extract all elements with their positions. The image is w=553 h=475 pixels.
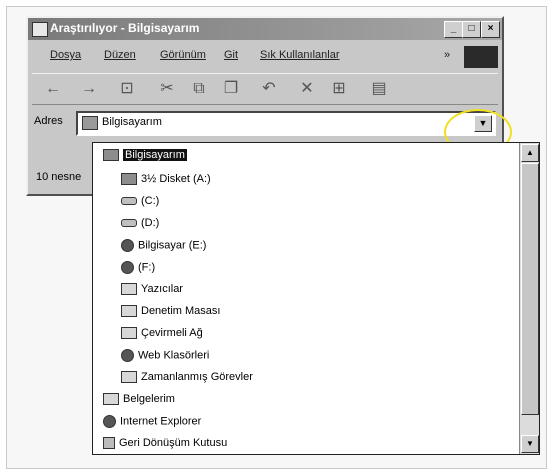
scheduled-tasks-icon bbox=[121, 371, 137, 384]
drive-icon bbox=[121, 197, 137, 206]
app-icon bbox=[32, 22, 48, 37]
address-bar: Adres Bilgisayarım ▼ bbox=[32, 110, 498, 136]
scroll-thumb[interactable] bbox=[521, 163, 539, 415]
network-icon bbox=[121, 327, 137, 340]
views-icon[interactable]: ▤ bbox=[368, 79, 390, 99]
paste-icon[interactable]: ❐ bbox=[220, 79, 242, 99]
floppy-icon bbox=[121, 173, 137, 186]
scroll-down-button[interactable]: ▼ bbox=[521, 435, 539, 453]
address-value: Bilgisayarım bbox=[102, 116, 162, 128]
cdrom-icon bbox=[121, 239, 134, 252]
properties-icon[interactable]: ⊞ bbox=[328, 79, 350, 99]
maximize-button[interactable]: □ bbox=[462, 21, 481, 38]
menu-sik-kullanilanlar[interactable]: Sık Kullanılanlar bbox=[260, 49, 340, 61]
dropdown-item-zamanlanmis-gorevler[interactable]: Zamanlanmış Görevler bbox=[121, 371, 253, 389]
dropdown-item-web-klasorleri[interactable]: Web Klasörleri bbox=[121, 349, 209, 367]
dropdown-item-bilgisayarim[interactable]: Bilgisayarım bbox=[103, 149, 187, 167]
address-label: Adres bbox=[34, 115, 63, 127]
dropdown-item-belgelerim[interactable]: Belgelerim bbox=[103, 393, 175, 411]
dropdown-item-e-drive[interactable]: Bilgisayar (E:) bbox=[121, 239, 206, 257]
copy-icon[interactable]: ⧉ bbox=[188, 79, 210, 99]
dropdown-item-denetim-masasi[interactable]: Denetim Masası bbox=[121, 305, 220, 323]
dropdown-item-internet-explorer[interactable]: Internet Explorer bbox=[103, 415, 201, 433]
menu-bar: Dosya Düzen Görünüm Git Sık Kullanılanla… bbox=[32, 43, 498, 69]
status-area: 10 nesne bbox=[32, 146, 92, 186]
up-folder-icon[interactable]: ⊡ bbox=[116, 79, 138, 99]
title-bar: Araştırılıyor - Bilgisayarım _ □ × bbox=[28, 18, 502, 40]
drive-icon bbox=[121, 219, 137, 228]
cut-icon[interactable]: ✂ bbox=[156, 79, 178, 99]
undo-icon[interactable]: ↶ bbox=[258, 79, 280, 99]
computer-icon bbox=[82, 116, 98, 130]
menu-gorunum[interactable]: Görünüm bbox=[160, 49, 206, 61]
menu-dosya[interactable]: Dosya bbox=[50, 49, 81, 61]
dropdown-item-geri-donusum-kutusu[interactable]: Geri Dönüşüm Kutusu bbox=[103, 437, 227, 454]
printer-folder-icon bbox=[121, 283, 137, 296]
dropdown-scrollbar[interactable]: ▲ ▼ bbox=[519, 143, 539, 454]
dropdown-item-f-drive[interactable]: (F:) bbox=[121, 261, 155, 279]
recycle-bin-icon bbox=[103, 437, 115, 450]
dropdown-item-d-drive[interactable]: (D:) bbox=[121, 217, 159, 235]
close-button[interactable]: × bbox=[481, 21, 500, 38]
scroll-up-button[interactable]: ▲ bbox=[521, 144, 539, 162]
minimize-button[interactable]: _ bbox=[444, 21, 463, 38]
computer-icon bbox=[103, 149, 119, 162]
back-icon[interactable]: ← bbox=[42, 79, 64, 99]
dropdown-item-yazicilar[interactable]: Yazıcılar bbox=[121, 283, 183, 301]
address-combobox[interactable]: Bilgisayarım ▼ bbox=[76, 111, 496, 136]
dropdown-item-c-drive[interactable]: (C:) bbox=[121, 195, 159, 213]
window-title: Araştırılıyor - Bilgisayarım bbox=[50, 21, 200, 35]
web-folder-icon bbox=[121, 349, 134, 362]
forward-icon[interactable]: → bbox=[78, 79, 100, 99]
dropdown-item-cevirmeli-ag[interactable]: Çevirmeli Ağ bbox=[121, 327, 203, 345]
control-panel-icon bbox=[121, 305, 137, 318]
ie-icon bbox=[103, 415, 116, 428]
menu-duzen[interactable]: Düzen bbox=[104, 49, 136, 61]
cdrom-icon bbox=[121, 261, 134, 274]
address-dropdown-list: Bilgisayarım 3½ Disket (A:) (C:) (D:) Bi… bbox=[92, 142, 540, 455]
menu-git[interactable]: Git bbox=[224, 49, 238, 61]
documents-icon bbox=[103, 393, 119, 406]
menu-more-chevron[interactable]: » bbox=[444, 49, 450, 61]
delete-icon[interactable]: ✕ bbox=[296, 79, 318, 99]
status-text: 10 nesne bbox=[36, 171, 82, 183]
dropdown-item-floppy[interactable]: 3½ Disket (A:) bbox=[121, 173, 211, 191]
windows-logo-icon bbox=[464, 46, 498, 68]
toolbar: ← → ⊡ ✂ ⧉ ❐ ↶ ✕ ⊞ ▤ bbox=[32, 73, 498, 105]
